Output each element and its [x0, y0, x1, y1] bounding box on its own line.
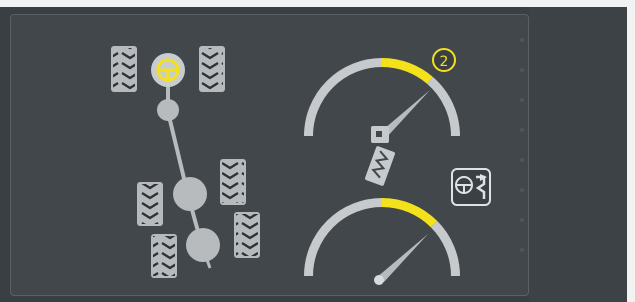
gauge-arc-active — [381, 58, 433, 84]
panel-edge-dots — [520, 38, 524, 252]
tire-tread-icon — [234, 212, 260, 258]
gauge-arc — [304, 198, 383, 277]
steering-display: 2 — [111, 38, 524, 285]
steering-wheel-icon — [151, 53, 185, 87]
front-steering-gauge: 2 — [304, 48, 460, 186]
gauge-arc — [426, 76, 460, 137]
rear-steering-gauge — [304, 198, 460, 285]
tire-tread-icon — [137, 182, 163, 226]
gauge-pivot — [374, 275, 384, 285]
mode-indicator-label: 2 — [440, 54, 449, 70]
axle-node — [157, 99, 179, 121]
axle-node — [173, 177, 207, 211]
tire-tread-icon — [151, 234, 177, 278]
axle-node — [186, 228, 220, 262]
pedal-icon — [365, 126, 395, 186]
tire-tread-icon — [199, 46, 225, 92]
tire-tread-icon — [220, 159, 246, 205]
tire-tread-icon — [111, 46, 137, 92]
gauge-arc — [430, 220, 460, 277]
gauge-arc — [304, 58, 383, 137]
steering-mode-button[interactable] — [451, 168, 491, 206]
gauge-arc-active — [381, 198, 438, 228]
gauge-needle — [376, 234, 428, 282]
axle-schematic — [111, 46, 260, 278]
